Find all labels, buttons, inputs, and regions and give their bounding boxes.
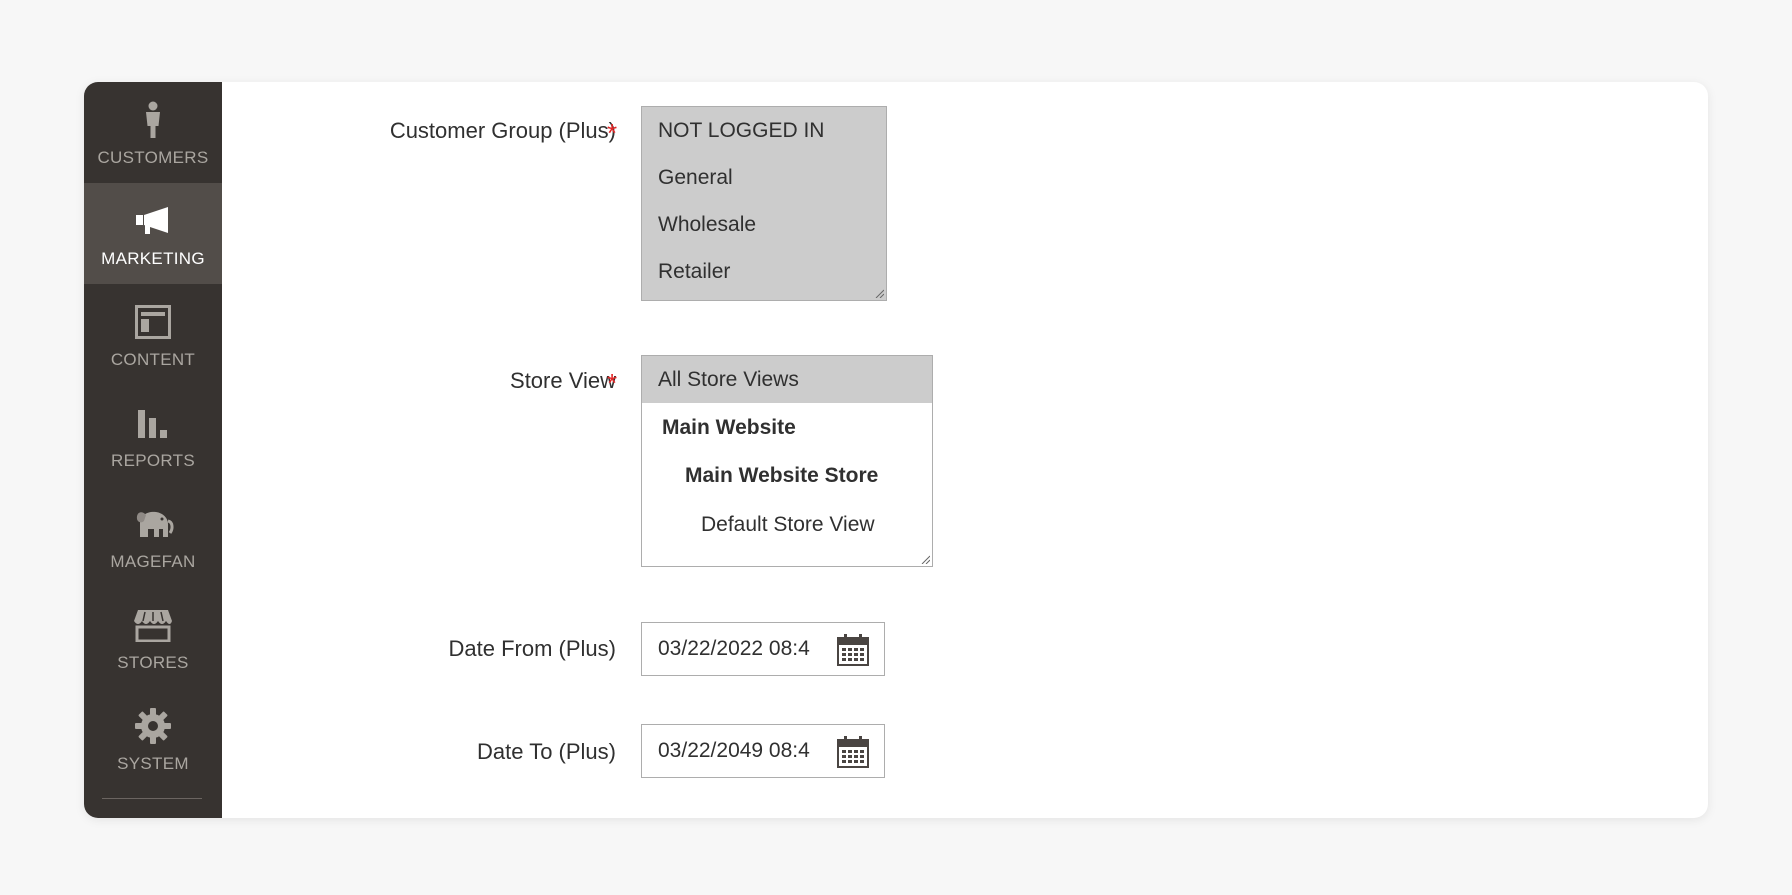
required-indicator: *	[607, 118, 618, 148]
sidebar-item-label: STORES	[117, 652, 189, 672]
sidebar-item-stores[interactable]: STORES	[84, 587, 222, 688]
gear-icon	[131, 704, 175, 748]
store-view-multiselect[interactable]: All Store Views Main Website Main Websit…	[641, 355, 933, 567]
megaphone-icon	[131, 199, 175, 243]
sidebar-item-customers[interactable]: CUSTOMERS	[84, 82, 222, 183]
customer-group-option[interactable]: NOT LOGGED IN	[642, 119, 886, 143]
resize-handle-icon[interactable]	[920, 554, 930, 564]
sidebar-item-system[interactable]: SYSTEM	[84, 688, 222, 789]
store-view-option-website[interactable]: Main Website	[642, 416, 932, 440]
sidebar-item-reports[interactable]: REPORTS	[84, 385, 222, 486]
date-from-value[interactable]: 03/22/2022 08:4	[658, 637, 826, 661]
calendar-icon[interactable]	[836, 633, 870, 667]
date-from-label: Date From (Plus)	[448, 636, 616, 661]
date-to-value[interactable]: 03/22/2049 08:4	[658, 739, 826, 763]
store-view-label: Store View	[510, 368, 616, 393]
date-from-input[interactable]: 03/22/2022 08:4	[641, 622, 885, 676]
customer-group-label: Customer Group (Plus)	[389, 118, 616, 143]
storefront-icon	[131, 603, 175, 647]
sidebar-item-label: MARKETING	[101, 248, 205, 268]
sidebar-item-label: REPORTS	[111, 450, 195, 470]
sidebar-item-magefan[interactable]: MAGEFAN	[84, 486, 222, 587]
admin-sidebar: CUSTOMERS MARKETING CONTENT REPORTS MAGE…	[84, 82, 222, 818]
admin-panel-card: CUSTOMERS MARKETING CONTENT REPORTS MAGE…	[84, 82, 1708, 818]
sidebar-item-label: CUSTOMERS	[97, 147, 209, 167]
sidebar-item-label: SYSTEM	[117, 753, 189, 773]
elephant-icon	[131, 502, 175, 546]
store-view-option-selected[interactable]: All Store Views	[642, 356, 932, 403]
sidebar-item-label: MAGEFAN	[110, 551, 196, 571]
date-to-input[interactable]: 03/22/2049 08:4	[641, 724, 885, 778]
store-view-option-view[interactable]: Default Store View	[642, 513, 932, 537]
date-to-label: Date To (Plus)	[477, 739, 616, 764]
customer-group-multiselect[interactable]: NOT LOGGED IN General Wholesale Retailer	[641, 106, 887, 301]
customer-group-option[interactable]: Retailer	[642, 260, 886, 284]
sidebar-item-marketing[interactable]: MARKETING	[84, 183, 222, 284]
calendar-icon[interactable]	[836, 735, 870, 769]
customer-group-option[interactable]: General	[642, 166, 886, 190]
bar-chart-icon	[131, 401, 175, 445]
store-view-option-store[interactable]: Main Website Store	[642, 464, 932, 488]
sidebar-item-label: CONTENT	[110, 349, 196, 369]
resize-handle-icon[interactable]	[874, 288, 884, 298]
layout-icon	[131, 300, 175, 344]
required-indicator: *	[607, 368, 618, 398]
store-view-option-label: All Store Views	[658, 368, 799, 391]
sidebar-divider	[102, 798, 202, 799]
person-icon	[131, 98, 175, 142]
sidebar-item-content[interactable]: CONTENT	[84, 284, 222, 385]
customer-group-option[interactable]: Wholesale	[642, 213, 886, 237]
